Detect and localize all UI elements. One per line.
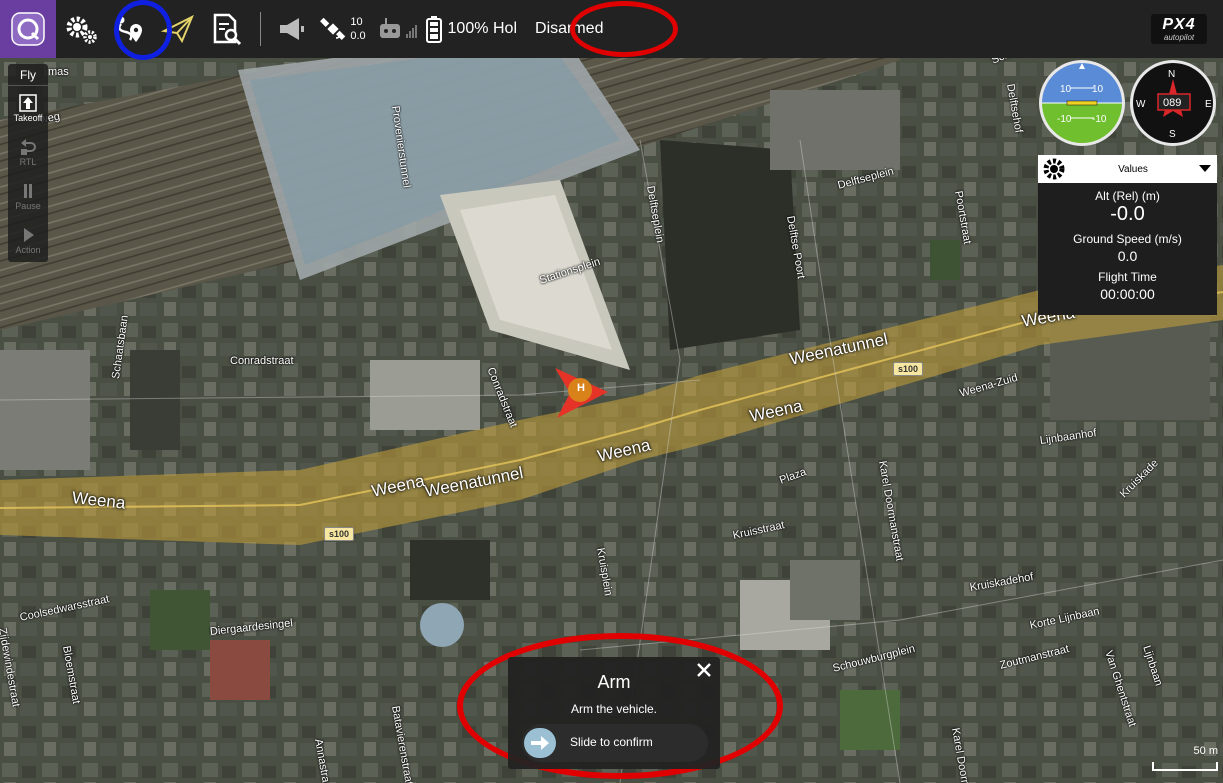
pitch-label-lower: -10 — [1057, 114, 1072, 125]
action-label: Action — [15, 245, 41, 255]
rc-rssi-indicator[interactable] — [375, 0, 425, 58]
takeoff-icon — [19, 94, 37, 112]
compass-west: W — [1136, 99, 1146, 110]
pitch-label-upper: 10 — [1092, 84, 1104, 95]
values-dropdown-label: Values — [1118, 163, 1148, 175]
scale-bar — [1152, 762, 1218, 771]
top-toolbar: 10 0.0 100% Hol Disarmed PX4 autopilot — [0, 0, 1223, 58]
takeoff-button[interactable]: Takeoff — [8, 86, 48, 130]
instrument-panel: 10 10 -10 -10 N E S W 089 — [1037, 57, 1218, 158]
qgc-logo-button[interactable] — [0, 0, 56, 58]
satellite-icon — [320, 17, 346, 40]
value-readout: 0.0 — [1117, 248, 1138, 264]
map-scale: 50 m — [1152, 742, 1218, 776]
instrument-gauges: 10 10 -10 -10 N E S W 089 — [1039, 60, 1216, 146]
analyze-view-button[interactable] — [204, 0, 248, 58]
fly-toolstrip: Fly Takeoff RTL Pause Action — [8, 64, 48, 262]
gps-indicator[interactable]: 10 0.0 — [311, 0, 375, 58]
compass-heading-readout: 089 — [1163, 97, 1181, 109]
action-button[interactable]: Action — [8, 218, 48, 262]
rtl-label: RTL — [19, 157, 37, 167]
battery-percent: 100% — [447, 20, 489, 37]
slide-to-confirm[interactable]: Slide to confirm — [522, 724, 708, 762]
chevron-down-icon — [1199, 165, 1211, 172]
value-readout: -0.0 — [1110, 203, 1145, 225]
rtl-button[interactable]: RTL — [8, 130, 48, 174]
compass-east: E — [1205, 99, 1212, 110]
arm-confirm-dialog: Arm Arm the vehicle. Slide to confirm — [508, 657, 720, 769]
values-dropdown[interactable]: Values — [1038, 155, 1217, 183]
flight-mode-selector[interactable]: Hol — [493, 20, 517, 38]
dialog-title: Arm — [597, 672, 631, 692]
qgc-logo-icon — [11, 12, 45, 46]
gps-hdop: 0.0 — [350, 30, 366, 42]
px4-autopilot-logo: PX4 autopilot — [1151, 14, 1207, 44]
toolbar-divider — [260, 12, 261, 46]
scale-label: 50 m — [1193, 745, 1218, 757]
takeoff-label: Takeoff — [13, 113, 43, 123]
plan-route-icon — [117, 16, 142, 42]
play-icon — [24, 228, 34, 242]
compass-south: S — [1169, 129, 1176, 140]
messages-indicator[interactable] — [273, 0, 311, 58]
road-shield: s100 — [893, 362, 924, 376]
compass-north: N — [1168, 69, 1175, 80]
value-readout: 00:00:00 — [1100, 286, 1155, 302]
toolstrip-header: Fly — [8, 64, 48, 86]
fly-view-button[interactable] — [152, 0, 204, 58]
home-marker-label[interactable]: H — [574, 382, 588, 396]
gear-icon[interactable] — [1041, 156, 1067, 182]
street-label: mas — [48, 66, 69, 78]
value-label: Flight Time — [1098, 270, 1157, 284]
dialog-description: Arm the vehicle. — [570, 702, 658, 716]
settings-button[interactable] — [56, 0, 106, 58]
pitch-label-upper: 10 — [1060, 84, 1072, 95]
value-label: Ground Speed (m/s) — [1073, 232, 1182, 246]
rc-transmitter-icon — [380, 18, 417, 38]
document-search-icon — [213, 13, 242, 46]
return-home-icon — [21, 139, 36, 155]
pause-label: Pause — [15, 201, 41, 211]
gps-satellite-count: 10 — [350, 16, 363, 28]
plan-view-button[interactable] — [106, 0, 152, 58]
arm-state-indicator[interactable]: Disarmed — [535, 20, 603, 38]
arrow-right-icon — [531, 736, 549, 750]
megaphone-icon — [280, 18, 304, 40]
slider-label: Slide to confirm — [570, 735, 653, 749]
px4-logo-subtext: autopilot — [1163, 32, 1195, 42]
paper-plane-icon — [160, 14, 194, 44]
gears-icon — [66, 16, 97, 44]
battery-indicator[interactable]: 100% — [425, 0, 489, 58]
attitude-indicator: 10 10 -10 -10 — [1039, 60, 1125, 146]
pitch-label-lower: -10 — [1092, 114, 1107, 125]
slider-handle[interactable] — [524, 728, 556, 758]
battery-icon — [425, 16, 442, 43]
values-widget: Values Alt (Rel) (m) -0.0 Ground Speed (… — [1038, 155, 1217, 315]
pause-button[interactable]: Pause — [8, 174, 48, 218]
road-shield: s100 — [324, 527, 355, 541]
close-icon[interactable] — [694, 660, 714, 680]
px4-logo-text: PX4 — [1162, 15, 1196, 33]
pause-icon — [24, 184, 32, 198]
value-label: Alt (Rel) (m) — [1095, 189, 1160, 203]
compass-indicator: N E S W 089 — [1130, 60, 1216, 146]
street-label: Conradstraat — [230, 355, 294, 367]
